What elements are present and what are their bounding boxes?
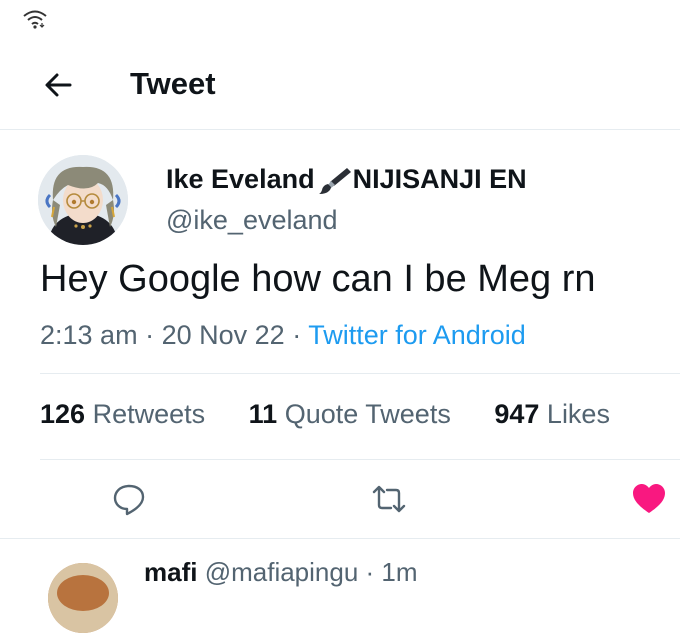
- reply-avatar[interactable]: [48, 563, 118, 633]
- likes-count: 947: [494, 399, 540, 429]
- reply-divider: [0, 538, 680, 539]
- meta-separator: ·: [292, 320, 302, 350]
- meta-separator: ·: [145, 320, 155, 350]
- reply-author-handle: @mafiapingu: [204, 557, 359, 587]
- tweet-date: 20 Nov 22: [161, 320, 285, 350]
- tweet-source-link[interactable]: Twitter for Android: [308, 320, 526, 350]
- reply-avatar-image: [48, 563, 118, 633]
- reply-icon[interactable]: [111, 481, 147, 517]
- meta-divider: [40, 373, 680, 374]
- page-title: Tweet: [130, 66, 216, 101]
- reply-author-name: mafi: [144, 557, 198, 587]
- quote-tweets-count: 11: [248, 399, 278, 429]
- like-heart-icon[interactable]: [631, 481, 667, 517]
- reply-time: · 1m: [365, 557, 418, 587]
- likes-stat[interactable]: 947 Likes: [494, 399, 610, 430]
- tweet-stats: 126 Retweets 11 Quote Tweets 947 Likes: [40, 399, 646, 430]
- tweet-text: Hey Google how can I be Meg rn: [40, 258, 596, 300]
- tweet-time: 2:13 am: [40, 320, 138, 350]
- likes-label: Likes: [546, 399, 610, 429]
- retweet-icon[interactable]: [371, 481, 407, 517]
- author-name-suffix: NIJISANJI EN: [352, 164, 527, 194]
- reply-header[interactable]: mafi @mafiapingu · 1m: [144, 557, 418, 588]
- top-bar: Tweet: [0, 40, 680, 130]
- back-arrow-icon[interactable]: [40, 67, 76, 103]
- author-avatar[interactable]: [38, 155, 128, 245]
- status-bar: [0, 0, 680, 40]
- author-display-name: Ike Eveland: [166, 164, 315, 194]
- wifi-icon: [23, 10, 47, 29]
- tweet-meta: 2:13 am · 20 Nov 22 · Twitter for Androi…: [40, 320, 526, 351]
- quote-tweets-stat[interactable]: 11 Quote Tweets: [249, 399, 451, 430]
- retweets-stat[interactable]: 126 Retweets: [40, 399, 205, 430]
- header-divider: [0, 129, 680, 130]
- retweets-label: Retweets: [92, 399, 206, 429]
- author-name[interactable]: Ike Eveland NIJISANJI EN: [166, 164, 527, 195]
- stats-divider: [40, 459, 680, 460]
- retweets-count: 126: [40, 399, 86, 429]
- brush-icon: [318, 167, 351, 194]
- quote-tweets-label: Quote Tweets: [284, 399, 451, 429]
- author-handle[interactable]: @ike_eveland: [166, 205, 338, 236]
